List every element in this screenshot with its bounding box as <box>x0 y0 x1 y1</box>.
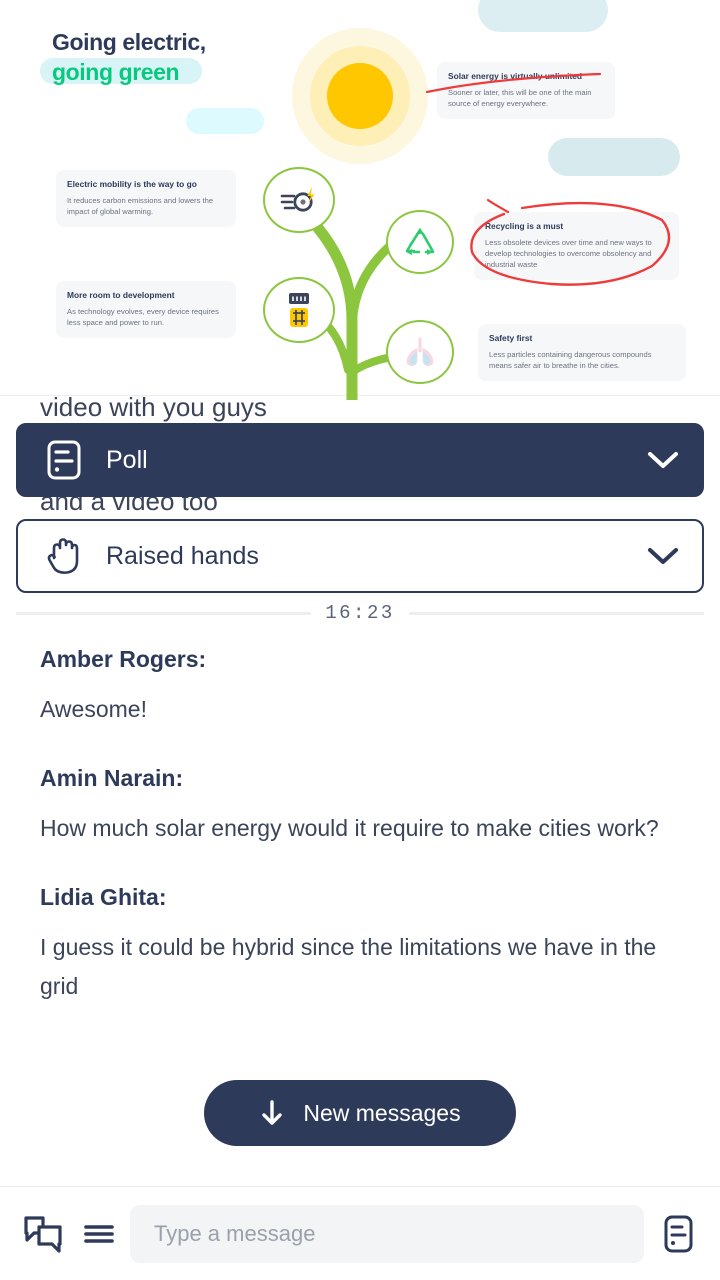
node-safety[interactable] <box>386 320 454 384</box>
poll-icon <box>44 439 84 481</box>
timestamp-label: 16:23 <box>325 602 395 624</box>
node-development[interactable] <box>263 277 335 343</box>
new-messages-button[interactable]: New messages <box>204 1080 516 1146</box>
message-composer <box>0 1186 720 1280</box>
poll-icon[interactable] <box>658 1212 698 1256</box>
note-card-mobility[interactable]: Electric mobility is the way to go It re… <box>56 170 236 228</box>
note-card-mobility-title: Electric mobility is the way to go <box>67 179 197 189</box>
note-card-solar-title: Solar energy is virtually unlimited <box>448 71 583 81</box>
list-item: Lidia Ghita: I guess it could be hybrid … <box>0 884 720 1007</box>
app-root: Going electric, going green Solar energy… <box>0 0 720 1280</box>
timestamp-divider: 16:23 <box>16 602 705 624</box>
note-card-recycling-body: Less obsolete devices over time and new … <box>485 238 652 270</box>
note-card-development-title: More room to development <box>67 290 175 300</box>
message-author: Amber Rogers: <box>40 646 207 672</box>
poll-bar[interactable]: Poll <box>16 423 704 497</box>
note-card-mobility-body: It reduces carbon emissions and lowers t… <box>67 196 214 217</box>
search-input[interactable] <box>130 1204 644 1263</box>
chevron-down-icon[interactable] <box>646 449 680 471</box>
chat-panel: video with you guys and a video too Poll <box>0 395 720 1280</box>
raised-hand-icon <box>44 534 84 578</box>
message-text: How much solar energy would it require t… <box>40 814 659 841</box>
message-author: Lidia Ghita: <box>40 884 167 911</box>
message-text: I guess it could be hybrid since the lim… <box>40 933 657 1000</box>
chat-bubbles-icon[interactable] <box>22 1213 68 1255</box>
note-card-recycling[interactable]: Recycling is a must Less obsolete device… <box>474 212 679 281</box>
message-author: Amin Narain: <box>40 765 184 792</box>
slide-title: Going electric, going green <box>40 28 206 87</box>
new-messages-label: New messages <box>303 1099 461 1126</box>
note-card-safety-title: Safety first <box>489 333 533 343</box>
electric-motor-icon <box>280 187 315 212</box>
slide-title-line-2: going green <box>52 58 180 85</box>
raised-hands-label: Raised hands <box>106 541 259 570</box>
raised-hands-bar[interactable]: Raised hands <box>16 519 704 593</box>
note-card-safety[interactable]: Safety first Less particles containing d… <box>478 324 686 382</box>
note-card-solar-body: Sooner or later, this will be one of the… <box>448 88 592 109</box>
divider-line-right <box>408 611 705 615</box>
note-card-recycling-title: Recycling is a must <box>485 221 564 231</box>
list-item: Amin Narain: How much solar energy would… <box>0 765 720 848</box>
battery-chip-icon <box>289 293 309 327</box>
note-card-development-body: As technology evolves, every device requ… <box>67 307 219 328</box>
presentation-slide[interactable]: Going electric, going green Solar energy… <box>0 0 720 400</box>
list-item: Amber Rogers: Awesome! <box>0 646 720 729</box>
note-card-safety-body: Less particles containing dangerous comp… <box>489 350 652 371</box>
lungs-icon <box>406 337 434 367</box>
slide-title-line-2-wrap: going green <box>40 57 206 87</box>
note-card-solar[interactable]: Solar energy is virtually unlimited Soon… <box>437 62 615 120</box>
arrow-down-icon <box>259 1098 285 1128</box>
node-electric-mobility[interactable] <box>263 167 335 233</box>
decorative-pill-right <box>548 138 680 176</box>
recycling-icon <box>405 228 435 255</box>
message-list: Amber Rogers: Awesome! Amin Narain: How … <box>0 646 720 1043</box>
message-text: Awesome! <box>40 695 147 722</box>
chevron-down-icon[interactable] <box>646 545 680 567</box>
hamburger-menu-icon[interactable] <box>82 1219 116 1249</box>
divider-line-left <box>16 611 312 615</box>
node-recycling[interactable] <box>386 210 454 274</box>
note-card-development[interactable]: More room to development As technology e… <box>56 281 236 339</box>
slide-title-line-1: Going electric, <box>52 29 206 55</box>
decorative-pill-top-right <box>478 0 608 32</box>
poll-label: Poll <box>106 445 148 474</box>
